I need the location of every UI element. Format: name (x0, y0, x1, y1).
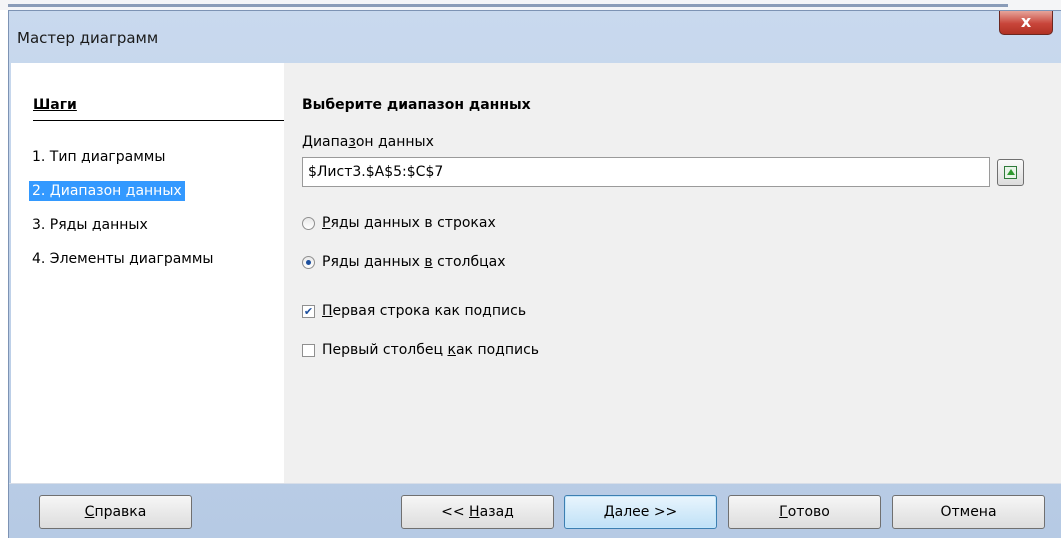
step-chart-type[interactable]: 1. Тип диаграммы (29, 147, 168, 167)
finish-button[interactable]: Готово (728, 495, 881, 529)
close-button[interactable]: x (999, 11, 1053, 35)
back-button[interactable]: << Назад (401, 495, 554, 529)
background-window-strip (0, 0, 1061, 10)
first-row-as-label-checkbox[interactable]: ✔ (302, 304, 315, 318)
step-chart-elements[interactable]: 4. Элементы диаграммы (29, 249, 217, 269)
select-range-button[interactable] (997, 159, 1024, 186)
chart-wizard-dialog: Мастер диаграмм x Шаги 1. Тип диаграммы … (8, 10, 1061, 538)
data-range-input[interactable] (302, 157, 990, 187)
section-title: Выберите диапазон данных (302, 97, 531, 113)
close-icon: x (1020, 12, 1032, 31)
first-row-as-label-text: Первая строка как подпись (322, 303, 527, 319)
steps-divider (33, 120, 284, 121)
next-button[interactable]: Далее >> (564, 495, 717, 529)
help-button[interactable]: Справка (39, 495, 192, 529)
first-column-as-label-text: Первый столбец как подпись (322, 342, 540, 358)
step-data-series[interactable]: 3. Ряды данных (29, 215, 151, 235)
series-in-rows-radio[interactable] (302, 216, 315, 230)
series-in-columns-option[interactable]: Ряды данных в столбцах (302, 254, 506, 270)
series-in-rows-label: Ряды данных в строках (322, 215, 496, 231)
data-range-label: Диапазон данных (302, 134, 434, 150)
dialog-title: Мастер диаграмм (17, 29, 159, 47)
button-bar-separator (9, 483, 1061, 484)
first-column-as-label-checkbox[interactable] (302, 343, 315, 357)
steps-panel: Шаги 1. Тип диаграммы 2. Диапазон данных… (11, 63, 284, 483)
series-in-columns-label: Ряды данных в столбцах (322, 254, 506, 270)
title-bar[interactable]: Мастер диаграмм x (9, 11, 1061, 63)
first-row-as-label-option[interactable]: ✔ Первая строка как подпись (302, 303, 526, 319)
shrink-icon (1004, 166, 1017, 179)
step-data-range[interactable]: 2. Диапазон данных (29, 181, 185, 201)
series-in-columns-radio[interactable] (302, 255, 315, 269)
cancel-button[interactable]: Отмена (892, 495, 1045, 529)
first-column-as-label-option[interactable]: Первый столбец как подпись (302, 342, 539, 358)
background-window-border (8, 4, 1008, 7)
dialog-body: Шаги 1. Тип диаграммы 2. Диапазон данных… (11, 63, 1061, 483)
steps-header: Шаги (33, 97, 77, 113)
series-in-rows-option[interactable]: Ряды данных в строках (302, 215, 496, 231)
data-range-panel: Выберите диапазон данных Диапазон данных… (284, 63, 1061, 483)
